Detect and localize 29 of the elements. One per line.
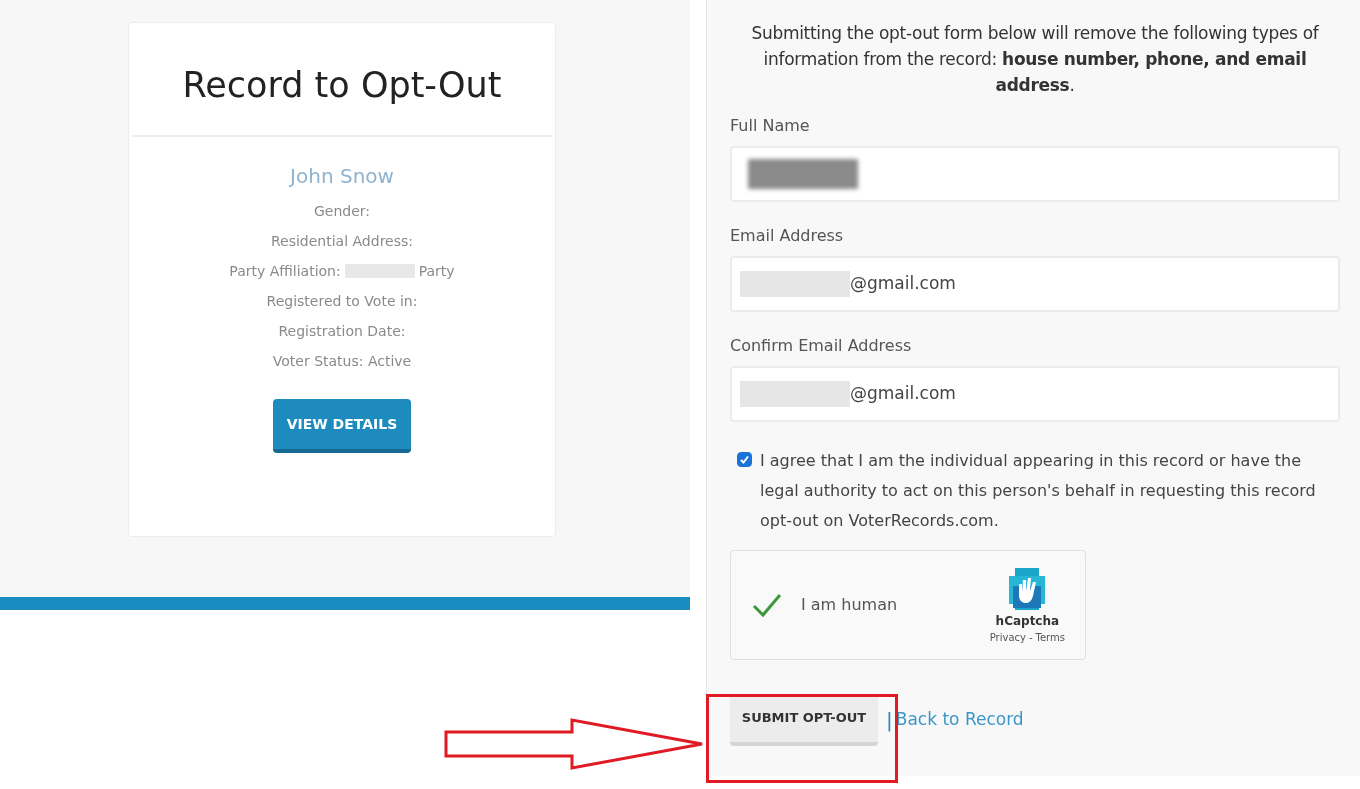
privacy-link[interactable]: Privacy <box>989 629 1026 645</box>
record-field-label: Residential Address: <box>270 231 413 251</box>
input-field[interactable] <box>730 146 1340 202</box>
agreement-text: I agree that I am the individual appearing in this record or have the legal authority to act on this person's behalf in requesting this record opt-out on VoterRecords.com. <box>760 450 1317 532</box>
view-details-button[interactable]: VIEW DETAILS <box>272 399 412 453</box>
record-field-label: Registered to Vote in: <box>266 291 418 311</box>
card-title: Record to Opt-Out <box>182 64 502 107</box>
hand-logo-icon <box>1007 565 1048 612</box>
terms-link[interactable]: Terms <box>1035 629 1065 645</box>
link-separator: - <box>1028 630 1033 645</box>
separator: | <box>886 707 893 734</box>
agreement-checkbox[interactable] <box>737 452 752 467</box>
captcha-brand: hCaptcha <box>995 612 1060 630</box>
record-field-label: Registration Date: <box>278 321 406 341</box>
record-field-label: Voter Status: Active <box>272 351 412 371</box>
record-field-label: Gender: <box>313 201 370 221</box>
check-icon <box>739 454 750 465</box>
voter-name: John Snow <box>290 163 394 190</box>
intro-text: Submitting the opt-out form below will remove the following types of information from the record: house number, phone, and email address. <box>750 22 1320 97</box>
field-label: Email Address <box>730 225 845 247</box>
checkmark-icon[interactable] <box>751 591 783 619</box>
field-label: Confirm Email Address <box>730 335 913 357</box>
input-field[interactable]: @gmail.com <box>730 366 1340 422</box>
captcha-label: I am human <box>801 594 898 616</box>
field-label: Full Name <box>730 115 811 137</box>
record-field-label: Party Affiliation: <box>229 261 341 281</box>
submit-button[interactable]: SUBMIT OPT-OUT <box>730 694 878 746</box>
record-field-value: Party <box>418 261 455 281</box>
input-field[interactable]: @gmail.com <box>730 256 1340 312</box>
